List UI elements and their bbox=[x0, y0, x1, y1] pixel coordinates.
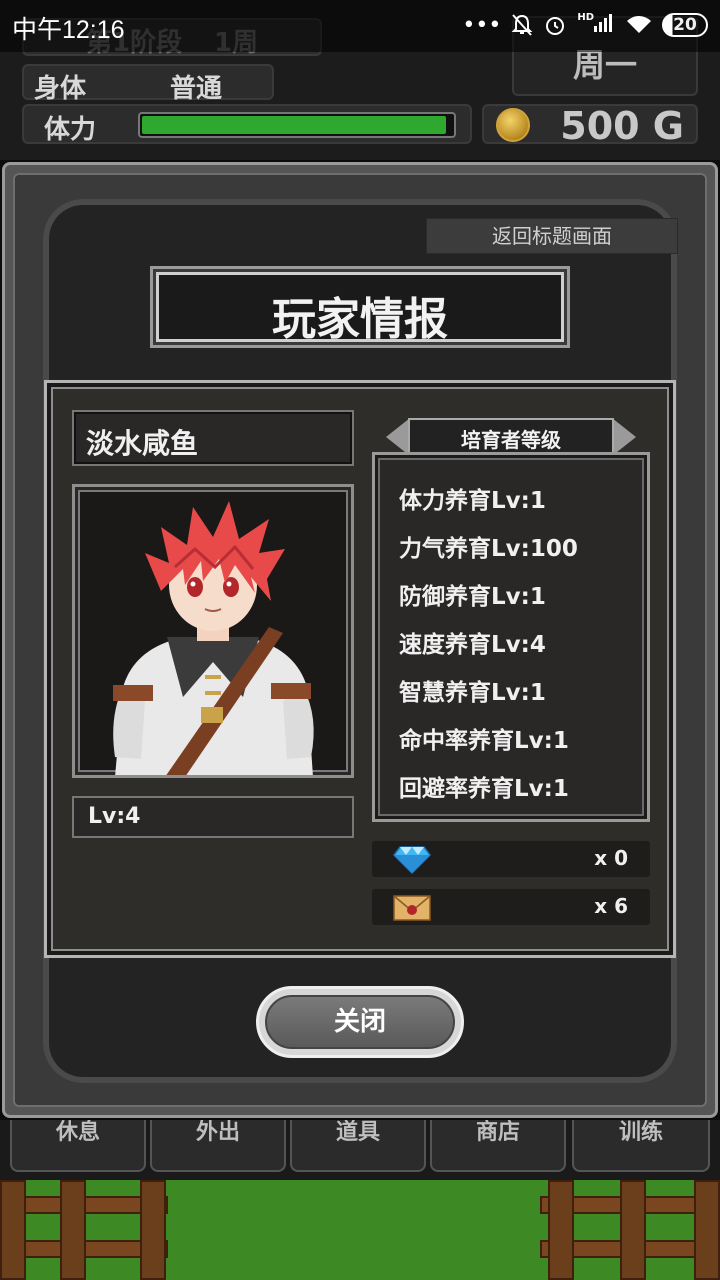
nav-outing-button[interactable]: 外出 bbox=[150, 1118, 286, 1172]
player-name-box: 淡水咸鱼 bbox=[72, 410, 354, 466]
more-dots-icon: ••• bbox=[462, 12, 502, 38]
stat-evasion: 回避率养育Lv:1 bbox=[399, 776, 569, 802]
hp-status: 体力 bbox=[22, 104, 472, 145]
nav-training-button[interactable]: 训练 bbox=[572, 1118, 710, 1172]
body-label: 身体 bbox=[34, 74, 87, 104]
fence-post bbox=[60, 1180, 86, 1280]
fence-post bbox=[694, 1180, 720, 1280]
player-level-box: Lv:4 bbox=[72, 796, 354, 838]
trainer-stats-list: 体力养育Lv:1 力气养育Lv:100 防御养育Lv:1 速度养育Lv:4 智慧… bbox=[372, 452, 650, 822]
hp-bar-fill bbox=[142, 116, 446, 134]
character-portrait-image bbox=[113, 501, 314, 775]
body-value: 普通 bbox=[170, 74, 223, 104]
letter-counter: x 6 bbox=[372, 889, 650, 925]
player-portrait bbox=[72, 484, 354, 778]
coin-icon bbox=[496, 108, 530, 142]
battery-icon: 20 bbox=[662, 13, 708, 37]
fence-post bbox=[620, 1180, 646, 1280]
diamond-icon bbox=[393, 846, 431, 875]
battery-level: 20 bbox=[673, 15, 697, 35]
signal-icon: HD bbox=[577, 12, 616, 38]
diamond-count: x 0 bbox=[594, 846, 628, 870]
stat-wisdom: 智慧养育Lv:1 bbox=[399, 680, 546, 706]
dialog-title-plate: 玩家情报 bbox=[150, 266, 570, 348]
trainer-rank-title: 培育者等级 bbox=[461, 428, 561, 452]
grass-field bbox=[0, 1180, 720, 1280]
hp-bar bbox=[138, 112, 456, 138]
status-bar: 中午12:16 ••• HD 20 bbox=[0, 0, 720, 52]
letter-count: x 6 bbox=[594, 894, 628, 918]
fence-post bbox=[548, 1180, 574, 1280]
return-to-title-button[interactable]: 返回标题画面 bbox=[426, 218, 678, 254]
player-name: 淡水咸鱼 bbox=[86, 427, 199, 460]
letter-icon bbox=[393, 895, 431, 921]
wifi-icon bbox=[627, 16, 651, 33]
stat-stamina: 体力养育Lv:1 bbox=[399, 488, 546, 514]
player-level: Lv:4 bbox=[88, 804, 141, 829]
stat-accuracy: 命中率养育Lv:1 bbox=[399, 728, 569, 754]
status-time: 中午12:16 bbox=[12, 16, 125, 44]
status-icons: ••• HD 20 bbox=[462, 10, 708, 40]
nav-shop-button[interactable]: 商店 bbox=[430, 1118, 566, 1172]
body-status: 身体 普通 bbox=[22, 64, 274, 104]
bottom-nav: 休息 外出 道具 商店 训练 bbox=[0, 1118, 720, 1180]
gold-box: 500 G bbox=[482, 104, 698, 148]
close-button[interactable]: 关闭 bbox=[256, 986, 464, 1058]
hp-label: 体力 bbox=[44, 115, 97, 145]
dialog-title: 玩家情报 bbox=[272, 294, 448, 345]
gold-value: 500 G bbox=[560, 104, 684, 148]
mute-bell-icon bbox=[511, 14, 533, 36]
nav-rest-button[interactable]: 休息 bbox=[10, 1118, 146, 1172]
stat-speed: 速度养育Lv:4 bbox=[399, 632, 546, 658]
stat-defense: 防御养育Lv:1 bbox=[399, 584, 546, 610]
stat-strength: 力气养育Lv:100 bbox=[399, 536, 578, 562]
diamond-counter: x 0 bbox=[372, 841, 650, 877]
close-button-label: 关闭 bbox=[333, 1007, 386, 1037]
nav-items-button[interactable]: 道具 bbox=[290, 1118, 426, 1172]
alarm-icon bbox=[546, 17, 565, 35]
fence-post bbox=[140, 1180, 166, 1280]
fence-post bbox=[0, 1180, 26, 1280]
